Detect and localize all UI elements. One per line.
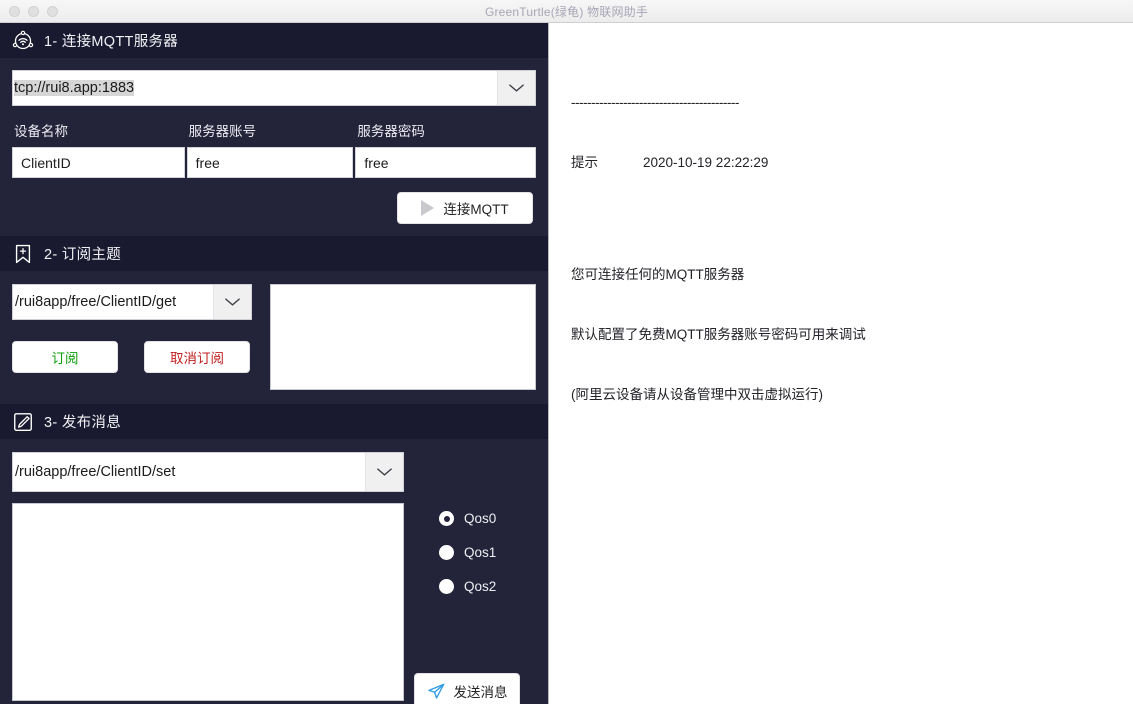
radio-icon[interactable] — [439, 511, 454, 526]
subscribe-topic-value[interactable]: /rui8app/free/ClientID/get — [13, 285, 213, 319]
chevron-down-icon — [509, 84, 524, 92]
connect-button-row: 连接MQTT — [12, 192, 536, 224]
publish-payload-input[interactable] — [12, 503, 404, 701]
window-title: GreenTurtle(绿龟) 物联网助手 — [484, 4, 649, 19]
server-account-label: 服务器账号 — [188, 124, 257, 139]
qos-group: Qos0 Qos1 Qos2 发送消息 — [404, 503, 536, 704]
window-titlebar: GreenTurtle(绿龟) 物联网助手 — [0, 0, 1133, 23]
close-button[interactable] — [9, 6, 20, 17]
qos-option-2[interactable]: Qos2 — [439, 579, 496, 594]
section-title-publish: 3- 发布消息 — [44, 415, 122, 431]
play-icon — [421, 200, 435, 216]
log-spacer — [571, 213, 1133, 225]
log-content: ----------------------------------------… — [571, 53, 1133, 445]
server-password-input[interactable]: free — [355, 147, 536, 178]
qos-option-0[interactable]: Qos0 — [439, 511, 496, 526]
workspace: 1- 连接MQTT服务器 tcp://rui8.app:1883 设备名称 Cl… — [0, 23, 1133, 704]
server-password-field-group: 服务器密码 free — [355, 120, 536, 178]
minimize-button[interactable] — [28, 6, 39, 17]
section-header-publish: 3- 发布消息 — [0, 404, 548, 439]
radio-icon[interactable] — [439, 545, 454, 560]
iot-wifi-icon — [12, 30, 34, 49]
qos-option-1[interactable]: Qos1 — [439, 545, 496, 560]
edit-square-icon — [14, 412, 32, 431]
send-button-wrap: 发送消息 — [414, 673, 520, 704]
qos-label-1: Qos1 — [464, 545, 497, 560]
subscribe-messages-box[interactable] — [270, 284, 536, 390]
log-timestamp: 2020-10-19 22:22:29 — [643, 155, 769, 170]
device-name-label: 设备名称 — [14, 124, 68, 139]
subscribe-body: /rui8app/free/ClientID/get 订阅 取消订阅 — [0, 271, 548, 390]
server-account-input[interactable]: free — [186, 147, 354, 178]
subscribe-topic-combobox[interactable]: /rui8app/free/ClientID/get — [12, 284, 252, 320]
send-message-label: 发送消息 — [453, 685, 508, 700]
publish-topic-row: /rui8app/free/ClientID/set — [0, 439, 548, 492]
broker-url-combobox[interactable]: tcp://rui8.app:1883 — [12, 70, 536, 106]
connect-mqtt-button[interactable]: 连接MQTT — [397, 192, 533, 224]
paper-plane-icon — [427, 683, 444, 699]
radio-icon[interactable] — [439, 579, 454, 594]
connect-mqtt-label: 连接MQTT — [443, 202, 509, 217]
server-password-label: 服务器密码 — [357, 124, 425, 139]
log-line-0: 您可连接任何的MQTT服务器 — [571, 267, 745, 282]
section-title-connect: 1- 连接MQTT服务器 — [44, 34, 179, 50]
chevron-down-icon — [377, 468, 392, 476]
section-title-subscribe: 2- 订阅主题 — [44, 247, 122, 263]
connect-body: tcp://rui8.app:1883 设备名称 ClientID 服务器账号 … — [0, 58, 548, 236]
log-line-1: 默认配置了免费MQTT服务器账号密码可用来调试 — [571, 327, 866, 342]
log-line-2: (阿里云设备请从设备管理中双击虚拟运行) — [571, 387, 823, 402]
send-message-button[interactable]: 发送消息 — [414, 673, 520, 704]
device-name-input[interactable]: ClientID — [12, 147, 185, 178]
zoom-button[interactable] — [47, 6, 58, 17]
publish-topic-combobox[interactable]: /rui8app/free/ClientID/set — [12, 452, 404, 492]
credential-fields: 设备名称 ClientID 服务器账号 free 服务器密码 free — [12, 120, 536, 178]
publish-body: Qos0 Qos1 Qos2 发送消息 — [0, 492, 548, 704]
section-header-connect: 1- 连接MQTT服务器 — [0, 23, 548, 58]
section-header-subscribe: 2- 订阅主题 — [0, 236, 548, 271]
subscribe-topic-dropdown-button[interactable] — [213, 285, 251, 319]
broker-url-value[interactable]: tcp://rui8.app:1883 — [13, 71, 497, 105]
subscribe-button-row: 订阅 取消订阅 — [12, 341, 252, 373]
control-panel: 1- 连接MQTT服务器 tcp://rui8.app:1883 设备名称 Cl… — [0, 23, 549, 704]
device-name-field-group: 设备名称 ClientID — [12, 120, 185, 178]
qos-label-2: Qos2 — [464, 579, 497, 594]
publish-topic-value[interactable]: /rui8app/free/ClientID/set — [13, 453, 365, 491]
subscribe-controls: /rui8app/free/ClientID/get 订阅 取消订阅 — [12, 284, 252, 390]
log-panel: ----------------------------------------… — [549, 23, 1133, 704]
bookmark-plus-icon — [15, 244, 31, 263]
log-tag: 提示 — [571, 155, 598, 170]
server-account-field-group: 服务器账号 free — [186, 120, 354, 178]
window-controls — [9, 6, 58, 17]
chevron-down-icon — [225, 298, 240, 306]
publish-topic-dropdown-button[interactable] — [365, 453, 403, 491]
unsubscribe-button[interactable]: 取消订阅 — [144, 341, 250, 373]
broker-url-dropdown-button[interactable] — [497, 71, 535, 105]
qos-label-0: Qos0 — [464, 511, 497, 526]
log-header-row: 提示 2020-10-19 22:22:29 — [571, 153, 1133, 173]
subscribe-button[interactable]: 订阅 — [12, 341, 118, 373]
log-divider: ----------------------------------------… — [571, 95, 739, 110]
